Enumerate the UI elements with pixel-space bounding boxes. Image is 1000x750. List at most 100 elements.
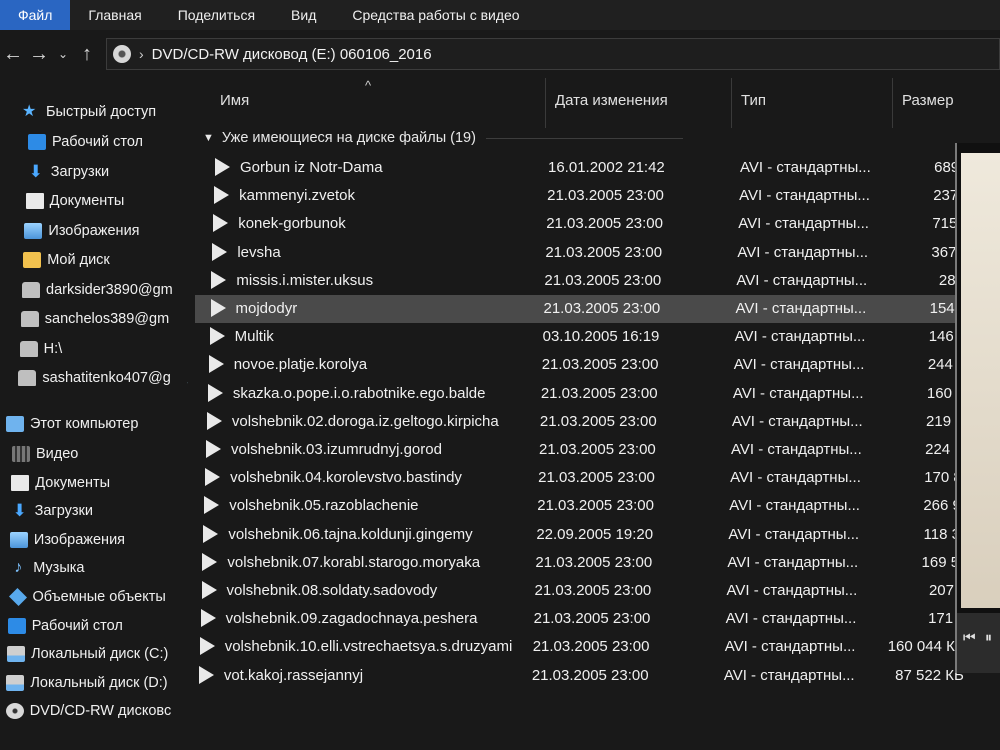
file-row[interactable]: volshebnik.07.korabl.starogo.moryaka 21.0… xyxy=(195,549,987,577)
nav-item-pinned-3[interactable]: Изображения📌 xyxy=(24,217,188,245)
file-date: 21.03.2005 23:00 xyxy=(537,497,654,515)
nav-item-pc-2[interactable]: ⬇ Загрузки xyxy=(11,497,188,525)
desktop-icon xyxy=(7,617,26,634)
video-frame xyxy=(961,153,1000,608)
file-type: AVI - стандартны... xyxy=(729,497,860,515)
column-header-date[interactable]: Дата изменения xyxy=(545,78,731,128)
nav-item-pinned-6[interactable]: sanchelos389@gm📌 xyxy=(20,305,188,333)
address-bar[interactable]: › DVD/CD-RW дисковод (E:) 060106_2016 xyxy=(106,38,1000,70)
tab-view[interactable]: Вид xyxy=(273,0,334,30)
previous-icon[interactable]: ⏮ xyxy=(963,629,976,646)
file-date: 22.09.2005 19:20 xyxy=(536,525,654,543)
nav-item-pc-9[interactable]: DVD/CD-RW дисковс xyxy=(5,697,188,725)
nav-item-pc-7[interactable]: Локальный диск (C:) xyxy=(7,640,188,668)
file-row[interactable]: Multik 03.10.2005 16:19 AVI - стандартны..… xyxy=(195,323,995,351)
nav-item-pinned-8[interactable]: sashatitenko407@g 📌 xyxy=(18,364,188,392)
column-header-size[interactable]: Размер xyxy=(892,78,1000,128)
file-row[interactable]: volshebnik.09.zagadochnaya.peshera 21.03.… xyxy=(195,605,986,633)
file-row[interactable]: skazka.o.pope.i.o.rabotnike.ego.balde 21.… xyxy=(195,380,993,408)
tab-share[interactable]: Поделиться xyxy=(160,0,273,30)
file-row[interactable]: levsha 21.03.2005 23:00 AVI - стандартны..… xyxy=(195,239,997,267)
tab-video-tools[interactable]: Средства работы с видео xyxy=(334,0,537,30)
music-icon: ♪ xyxy=(14,559,23,577)
file-row[interactable]: konek-gorbunok 21.03.2005 23:00 AVI - стан… xyxy=(195,210,998,238)
file-list: ^ Имя Дата изменения Тип Размер ▼ Уже им… xyxy=(195,78,1000,750)
this-pc-icon xyxy=(6,416,24,432)
quick-access-star-icon: ★ xyxy=(22,103,37,120)
nav-item-pc-1[interactable]: Документы xyxy=(11,469,188,497)
forward-button[interactable]: → xyxy=(26,39,52,69)
file-row[interactable]: novoe.platje.korolya 21.03.2005 23:00 AVI … xyxy=(195,351,994,379)
file-row[interactable]: kammenyi.zvetok 21.03.2005 23:00 AVI - ста… xyxy=(195,182,999,210)
media-preview: ⏮ ⏸ xyxy=(955,143,1000,673)
nav-item-pc-3[interactable]: Изображения xyxy=(9,526,188,554)
file-name: levsha xyxy=(237,243,281,261)
avi-file-icon xyxy=(213,214,231,234)
download-icon: ⬇ xyxy=(12,501,27,521)
file-row[interactable]: volshebnik.08.soldaty.sadovody 21.03.2005… xyxy=(195,577,987,605)
nav-item-label: Документы xyxy=(49,193,125,209)
nav-item-pinned-0[interactable]: Рабочий стол📌 xyxy=(28,128,188,156)
network-drive-icon xyxy=(20,311,39,327)
nav-item-pinned-2[interactable]: Документы📌 xyxy=(25,187,188,215)
file-date: 21.03.2005 23:00 xyxy=(545,243,663,261)
file-row[interactable]: missis.i.mister.uksus 21.03.2005 23:00 AVI… xyxy=(195,267,996,295)
file-type: AVI - стандартны... xyxy=(725,610,857,628)
nav-item-label: Видео xyxy=(36,446,79,462)
nav-item-pinned-4[interactable]: Мой диск📌 xyxy=(23,246,188,274)
nav-item-label: Музыка xyxy=(33,560,85,577)
file-row[interactable]: volshebnik.04.korolevstvo.bastindy 21.03.… xyxy=(195,464,990,492)
avi-file-icon xyxy=(204,496,222,516)
file-date: 21.03.2005 23:00 xyxy=(531,666,649,684)
nav-item-pinned-7[interactable]: H:\📌 xyxy=(19,335,188,363)
avi-file-icon xyxy=(201,581,220,601)
nav-this-pc[interactable]: Этот компьютер xyxy=(6,410,188,438)
file-date: 03.10.2005 16:19 xyxy=(542,328,660,346)
recent-locations-button[interactable]: ⌄ xyxy=(52,39,74,69)
pause-icon[interactable]: ⏸ xyxy=(985,629,992,646)
file-type: AVI - стандартны... xyxy=(735,300,867,317)
nav-item-label: H:\ xyxy=(43,340,63,357)
file-row[interactable]: mojdodyr 21.03.2005 23:00 AVI - стандартны… xyxy=(195,295,996,323)
nav-quick-access[interactable]: ★ Быстрый доступ xyxy=(22,98,188,126)
breadcrumb-chevron-icon[interactable]: › xyxy=(139,46,144,62)
nav-item-label: Объемные объекты xyxy=(32,589,166,605)
nav-item-pinned-5[interactable]: darksider3890@gm📌 xyxy=(22,276,188,304)
group-header[interactable]: ▼ Уже имеющиеся на диске файлы (19) xyxy=(203,126,683,150)
breadcrumb[interactable]: DVD/CD-RW дисковод (E:) 060106_2016 xyxy=(152,46,432,63)
nav-item-pc-5[interactable]: Объемные объекты xyxy=(8,583,189,611)
file-type: AVI - стандартны... xyxy=(734,328,866,346)
up-button[interactable]: ↑ xyxy=(74,39,100,69)
file-name: skazka.o.pope.i.o.rabotnike.ego.balde xyxy=(232,384,486,402)
column-header-type[interactable]: Тип xyxy=(731,78,892,128)
media-controls: ⏮ ⏸ xyxy=(957,613,1000,673)
file-date: 21.03.2005 23:00 xyxy=(532,638,650,656)
back-button[interactable]: ← xyxy=(0,39,26,69)
nav-item-pc-0[interactable]: Видео xyxy=(12,440,188,468)
video-icon xyxy=(12,446,30,462)
3d-objects-icon xyxy=(8,587,27,607)
file-row[interactable]: volshebnik.02.doroga.iz.geltogo.kirpicha… xyxy=(195,408,992,436)
file-type: AVI - стандартны... xyxy=(736,271,868,289)
file-name: konek-gorbunok xyxy=(238,215,346,233)
nav-item-pc-8[interactable]: Локальный диск (D:) xyxy=(6,669,188,697)
nav-item-label: Быстрый доступ xyxy=(46,104,157,120)
file-row[interactable]: volshebnik.03.izumrudnyj.gorod 21.03.2005… xyxy=(195,436,991,464)
nav-item-pc-6[interactable]: Рабочий стол xyxy=(7,612,188,640)
nav-item-pc-4[interactable]: ♪ Музыка xyxy=(9,554,188,582)
file-date: 16.01.2002 21:42 xyxy=(548,159,665,176)
documents-icon xyxy=(11,474,30,491)
nav-item-pinned-1[interactable]: ⬇Загрузки📌 xyxy=(27,158,188,186)
nav-item-label: Изображения xyxy=(48,222,140,239)
file-row[interactable]: vot.kakoj.rassejannyj 21.03.2005 23:00 AVI… xyxy=(195,662,984,690)
file-row[interactable]: Gorbun iz Notr-Dama 16.01.2002 21:42 AVI -… xyxy=(195,154,1000,182)
file-row[interactable]: volshebnik.05.razoblachenie 21.03.2005 23… xyxy=(195,492,989,520)
file-row[interactable]: volshebnik.10.elli.vstrechaetsya.s.druzy… xyxy=(195,633,985,661)
column-header-name[interactable]: Имя xyxy=(211,78,545,128)
file-date: 21.03.2005 23:00 xyxy=(543,300,661,317)
file-row[interactable]: volshebnik.06.tajna.koldunji.gingemy 22.0… xyxy=(195,521,988,549)
file-type: AVI - стандартны... xyxy=(739,187,870,205)
tab-home[interactable]: Главная xyxy=(70,0,159,30)
pin-icon: 📌 xyxy=(187,371,188,384)
tab-file[interactable]: Файл xyxy=(0,0,71,30)
